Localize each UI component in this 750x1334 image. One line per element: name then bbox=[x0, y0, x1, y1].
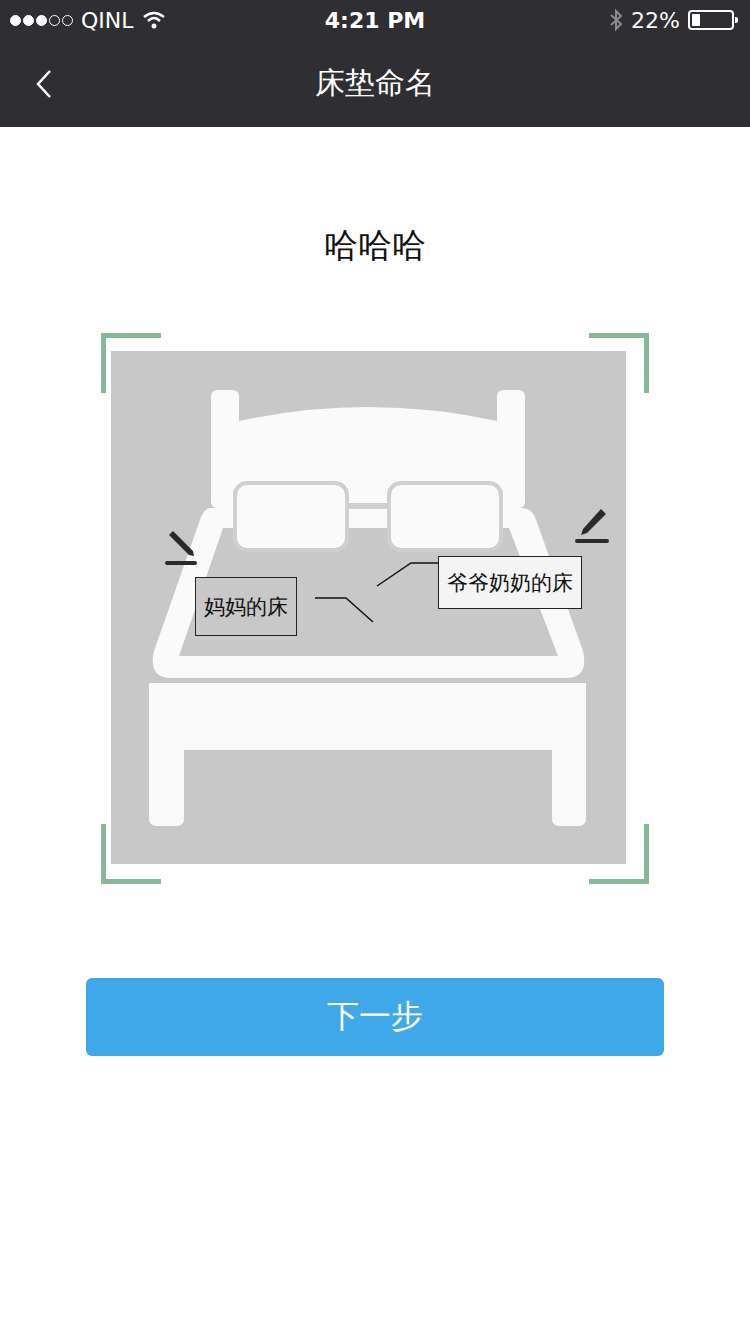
edit-button[interactable] bbox=[163, 529, 201, 567]
carrier: QINL bbox=[81, 8, 134, 33]
screen: QINL 4:21 PM 22% 床垫命名哈哈哈妈妈的床 爷爷奶奶的床下一步 bbox=[0, 0, 750, 1334]
signal-dot bbox=[10, 15, 21, 26]
mattress-name: 哈哈哈 bbox=[324, 223, 426, 267]
battery-percent: 22% bbox=[631, 8, 680, 33]
bed-side-label[interactable]: 爷爷奶奶的床 bbox=[438, 556, 582, 609]
signal-dot bbox=[36, 15, 47, 26]
back-button[interactable] bbox=[0, 68, 120, 100]
signal-dot bbox=[23, 15, 34, 26]
nav-title: 床垫命名 bbox=[120, 63, 630, 104]
nav-bar: 床垫命名 bbox=[0, 40, 750, 127]
signal-dot bbox=[62, 15, 73, 26]
bed-side-label[interactable]: 妈妈的床 bbox=[195, 577, 297, 636]
time: 4:21 PM bbox=[325, 8, 425, 33]
chevron-left-icon bbox=[34, 68, 54, 100]
pencil-icon bbox=[163, 529, 201, 567]
bed-frame: 妈妈的床 爷爷奶奶的床 bbox=[101, 333, 649, 884]
battery-icon bbox=[688, 10, 734, 30]
status-bar: QINL 4:21 PM 22% bbox=[0, 0, 750, 40]
signal-dot bbox=[49, 15, 60, 26]
bluetooth-icon bbox=[609, 8, 623, 32]
wifi-icon bbox=[142, 10, 166, 30]
next-button[interactable]: 下一步 bbox=[86, 978, 664, 1056]
pencil-icon bbox=[573, 507, 611, 545]
signal-icon bbox=[10, 15, 73, 26]
edit-button[interactable] bbox=[573, 507, 611, 545]
bed-picture: 妈妈的床 爷爷奶奶的床 bbox=[111, 351, 626, 864]
